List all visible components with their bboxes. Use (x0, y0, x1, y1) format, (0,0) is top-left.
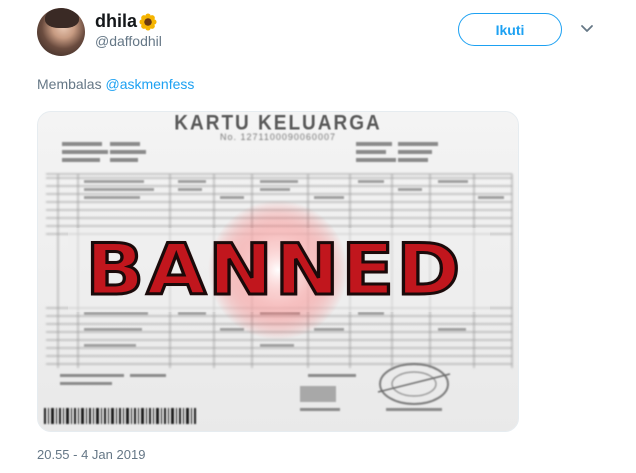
card-number: No. 1271100090060007 (220, 132, 336, 142)
tweet-media-image[interactable]: KARTU KELUARGA No. 1271100090060007 BANN… (37, 111, 519, 432)
chevron-down-icon[interactable] (580, 24, 594, 34)
tweet-timestamp[interactable]: 20.55 - 4 Jan 2019 (37, 447, 145, 462)
avatar[interactable] (37, 8, 85, 56)
display-name-text[interactable]: dhila (95, 11, 137, 32)
sunflower-icon (139, 12, 157, 31)
user-handle[interactable]: @daffodhil (95, 33, 162, 49)
reply-context: Membalas @askmenfess (37, 76, 194, 92)
reply-prefix: Membalas (37, 76, 102, 92)
follow-button[interactable]: Ikuti (458, 13, 562, 46)
display-name[interactable]: dhila (95, 11, 157, 32)
banned-overlay-text: BANNED (84, 228, 463, 313)
reply-mention-link[interactable]: @askmenfess (105, 76, 194, 92)
